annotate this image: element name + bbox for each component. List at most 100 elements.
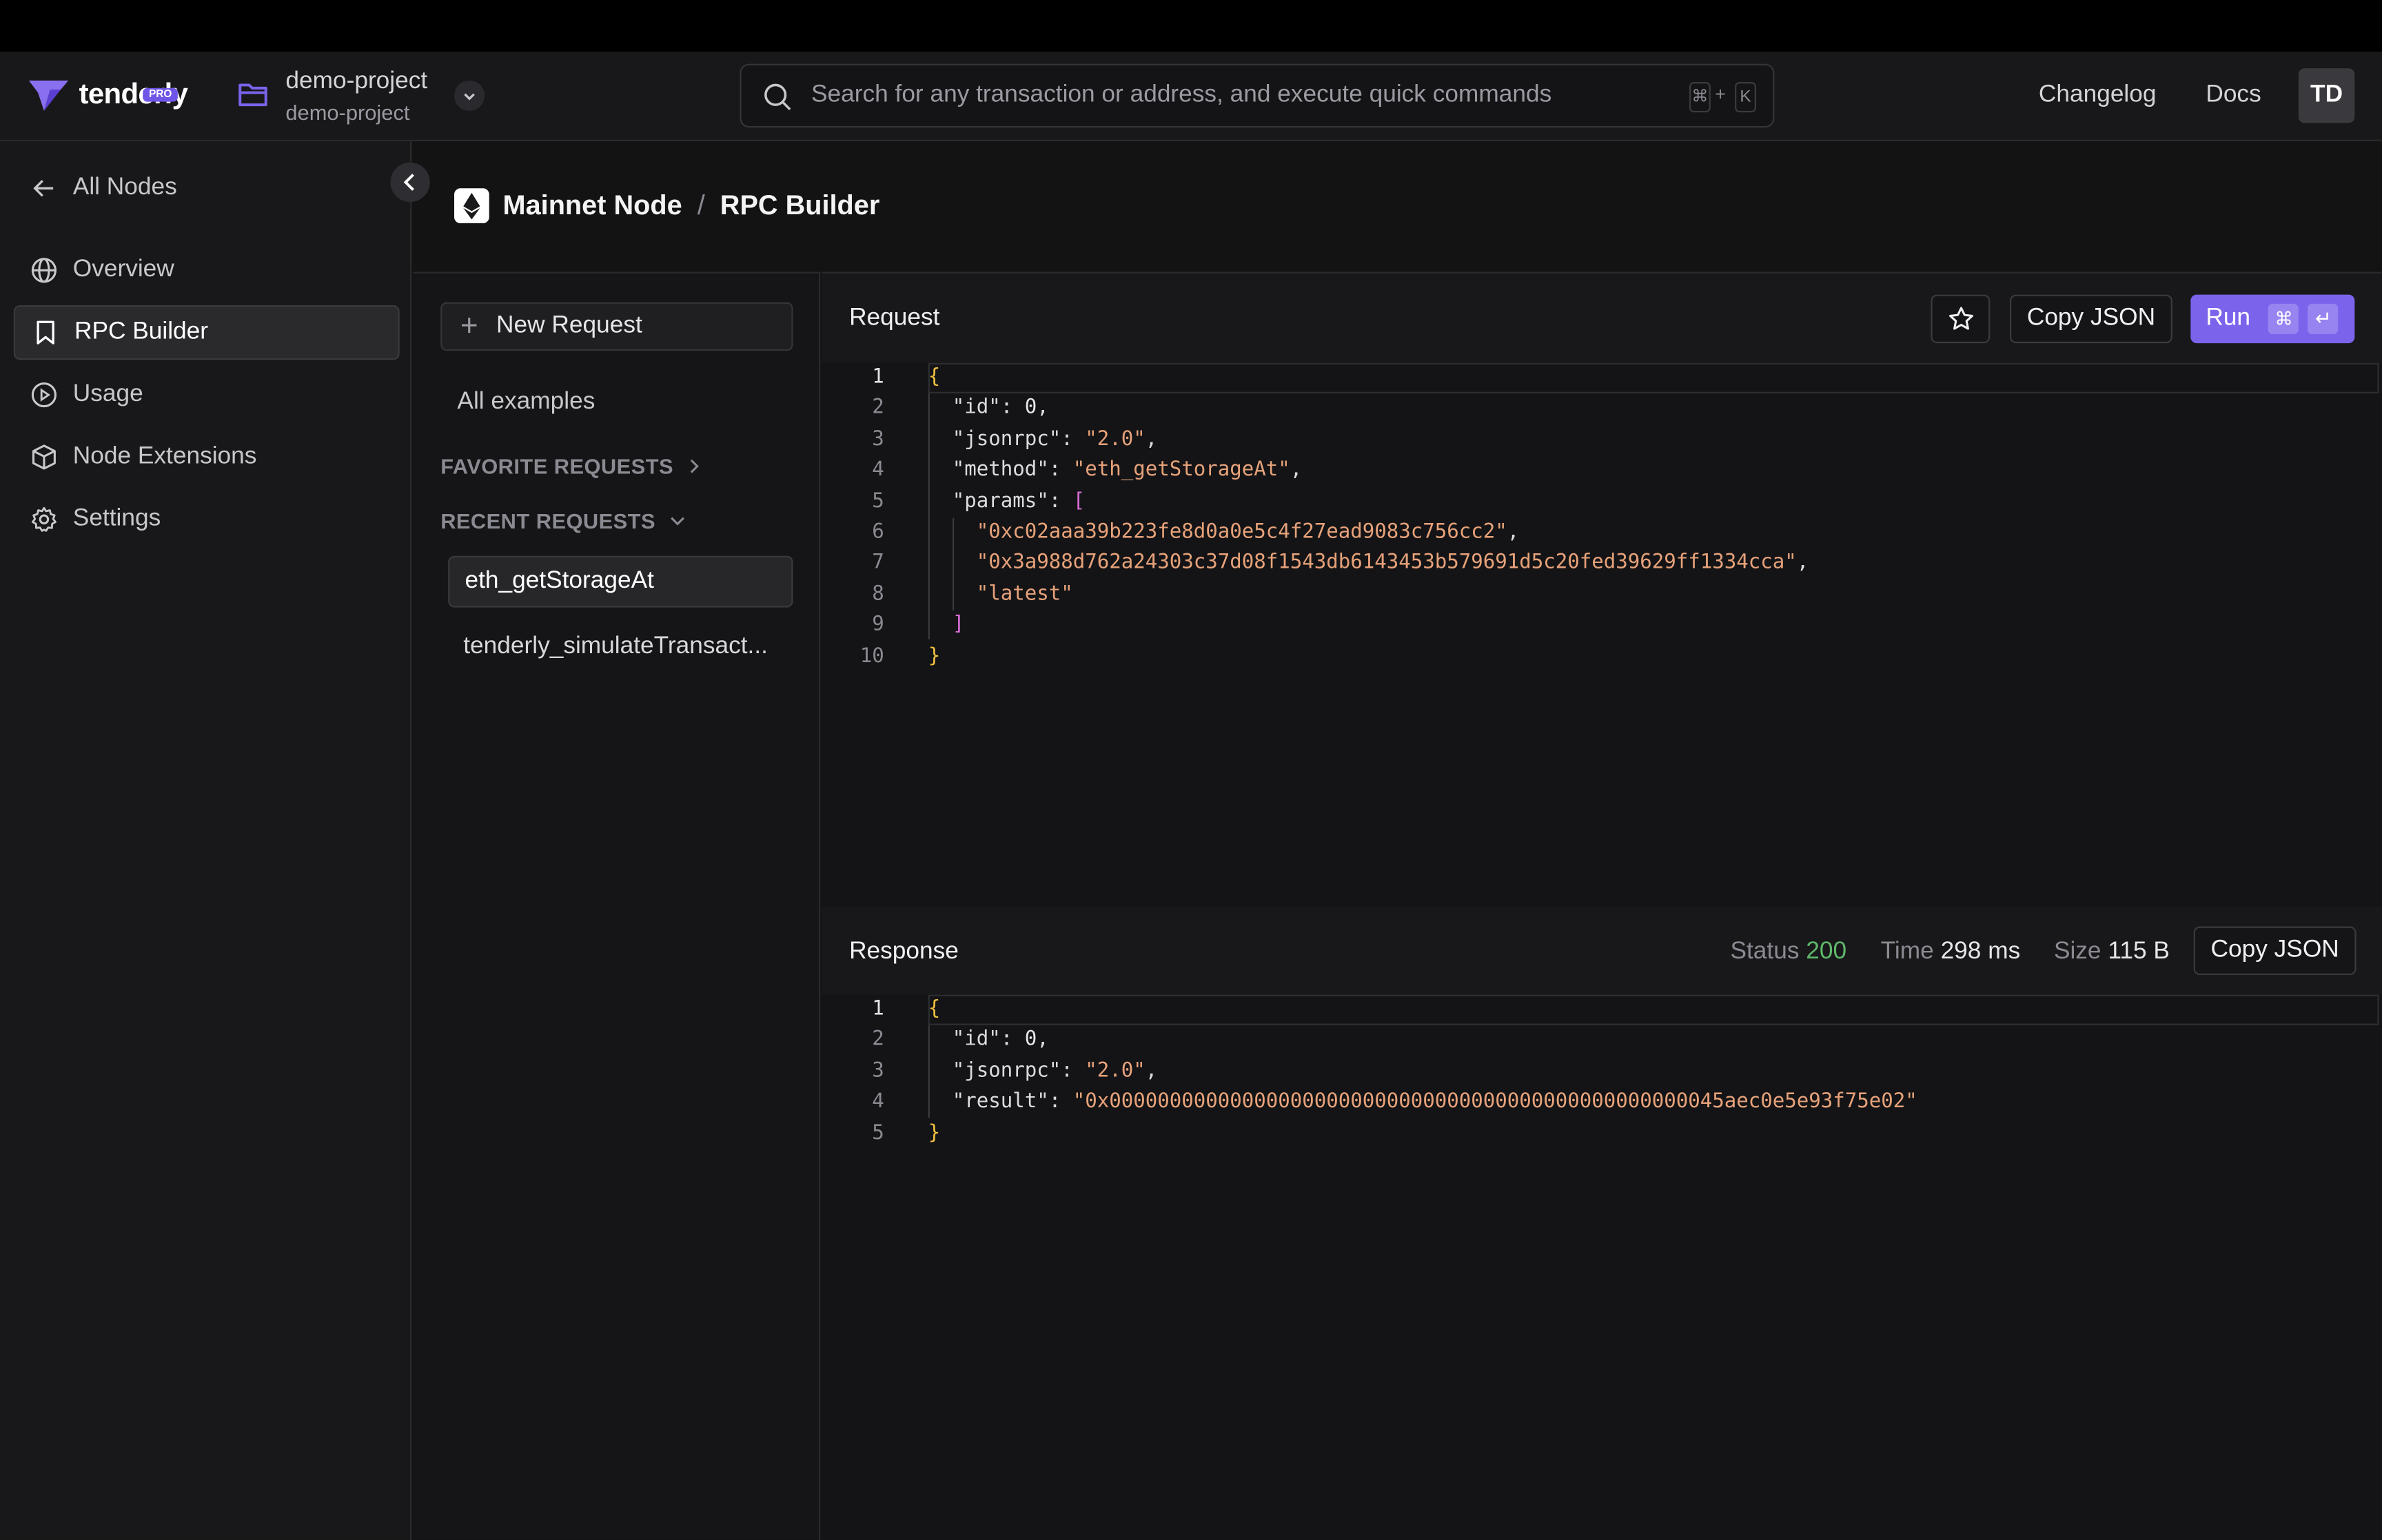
request-title: Request bbox=[849, 305, 940, 331]
sidebar-item-label: Settings bbox=[72, 505, 161, 532]
search-icon bbox=[764, 83, 791, 110]
run-shortcut-enter-icon: ↵ bbox=[2308, 303, 2339, 334]
line-number: 4 bbox=[872, 1090, 884, 1114]
requests-panel: + New Request All examples FAVORITE REQU… bbox=[413, 271, 821, 1540]
size-value: 115 B bbox=[2108, 938, 2170, 965]
json-key: "result" bbox=[952, 1090, 1049, 1114]
sidebar-item-usage[interactable]: Usage bbox=[14, 367, 400, 422]
line-number: 10 bbox=[859, 644, 884, 668]
chevron-down-icon bbox=[670, 517, 684, 526]
status-value: 200 bbox=[1806, 938, 1847, 965]
line-number: 4 bbox=[872, 459, 884, 482]
recent-request-item[interactable]: tenderly_simulateTransact... bbox=[448, 621, 793, 673]
recent-request-item[interactable]: eth_getStorageAt bbox=[448, 555, 793, 608]
line-number: 8 bbox=[872, 582, 884, 606]
json-key: "jsonrpc" bbox=[952, 1060, 1061, 1083]
sidebar-item-overview[interactable]: Overview bbox=[14, 243, 400, 298]
changelog-link[interactable]: Changelog bbox=[2039, 82, 2157, 110]
project-name: demo-project bbox=[285, 68, 428, 94]
folder-icon bbox=[238, 83, 267, 107]
sidebar-item-all-nodes[interactable]: All Nodes bbox=[14, 161, 400, 216]
run-label: Run bbox=[2206, 305, 2251, 331]
breadcrumb-node[interactable]: Mainnet Node bbox=[503, 190, 682, 222]
sidebar-item-label: RPC Builder bbox=[74, 318, 209, 345]
json-string: "0x0000000000000000000000000000000000000… bbox=[1072, 1090, 1917, 1114]
json-key: "jsonrpc" bbox=[952, 428, 1061, 451]
global-search[interactable]: Search for any transaction or address, a… bbox=[740, 63, 1775, 128]
gear-icon bbox=[31, 506, 57, 532]
search-shortcut-mod: ⌘ bbox=[1689, 82, 1711, 113]
run-shortcut-mod: ⌘ bbox=[2268, 303, 2299, 334]
window-top-strip bbox=[0, 0, 2382, 52]
copy-request-json-button[interactable]: Copy JSON bbox=[2010, 294, 2172, 344]
copy-response-json-button[interactable]: Copy JSON bbox=[2193, 926, 2356, 976]
json-string: "latest" bbox=[976, 582, 1073, 606]
new-request-button[interactable]: + New Request bbox=[440, 302, 793, 351]
sidebar-item-label: Overview bbox=[72, 256, 174, 283]
new-request-label: New Request bbox=[496, 313, 642, 339]
ethereum-icon bbox=[454, 188, 489, 224]
line-number: 9 bbox=[872, 613, 884, 637]
json-string: "0x3a988d762a24303c37d08f1543db6143453b5… bbox=[976, 551, 1797, 575]
project-subtitle: demo-project bbox=[285, 100, 410, 125]
chevron-right-icon bbox=[691, 459, 700, 473]
breadcrumb-separator: / bbox=[697, 189, 705, 220]
chevron-left-icon bbox=[403, 174, 414, 191]
json-number: 0 bbox=[1024, 1029, 1037, 1052]
response-code-viewer[interactable]: 1{ 2 "id": 0, 3 "jsonrpc": "2.0", 4 "res… bbox=[822, 994, 2382, 1540]
line-number: 1 bbox=[872, 998, 884, 1021]
line-number: 3 bbox=[872, 1060, 884, 1083]
line-number: 3 bbox=[872, 428, 884, 451]
response-status: Status 200 bbox=[1730, 938, 1846, 966]
run-button[interactable]: Run ⌘ ↵ bbox=[2190, 294, 2355, 344]
docs-link[interactable]: Docs bbox=[2206, 82, 2261, 110]
time-value: 298 ms bbox=[1940, 938, 2021, 965]
line-number: 2 bbox=[872, 1029, 884, 1052]
search-shortcut-plus: + bbox=[1715, 83, 1726, 105]
json-number: 0 bbox=[1024, 397, 1037, 420]
plus-icon: + bbox=[460, 309, 478, 343]
json-string: "2.0" bbox=[1085, 1060, 1146, 1083]
bookmark-icon bbox=[37, 320, 54, 345]
recent-requests-toggle[interactable]: RECENT REQUESTS bbox=[440, 509, 686, 533]
json-key: "id" bbox=[952, 1029, 1001, 1052]
status-label: Status bbox=[1730, 938, 1800, 965]
response-time: Time 298 ms bbox=[1881, 938, 2021, 966]
line-number: 5 bbox=[872, 1121, 884, 1144]
json-key: "id" bbox=[952, 397, 1001, 420]
breadcrumb-page: RPC Builder bbox=[720, 189, 880, 220]
line-number: 5 bbox=[872, 490, 884, 513]
all-examples-link[interactable]: All examples bbox=[457, 389, 595, 416]
user-avatar[interactable]: TD bbox=[2298, 68, 2355, 123]
search-input[interactable]: Search for any transaction or address, a… bbox=[811, 82, 1551, 110]
arrow-left-icon bbox=[33, 180, 54, 197]
sidebar-item-label: Node Extensions bbox=[72, 443, 257, 470]
cube-icon bbox=[32, 444, 56, 470]
time-label: Time bbox=[1880, 938, 1934, 965]
top-header: tenderly PRO demo-project demo-project S… bbox=[0, 51, 2382, 141]
favorite-requests-title: FAVORITE REQUESTS bbox=[440, 454, 674, 479]
json-string: "eth_getStorageAt" bbox=[1072, 459, 1290, 482]
project-dropdown-chevron-icon[interactable] bbox=[454, 80, 485, 111]
response-size: Size 115 B bbox=[2054, 938, 2170, 966]
json-string: "0xc02aaa39b223fe8d0a0e5c4f27ead9083c756… bbox=[976, 521, 1507, 544]
sidebar-item-node-extensions[interactable]: Node Extensions bbox=[14, 430, 400, 484]
json-key: "params" bbox=[952, 490, 1049, 513]
play-circle-icon bbox=[31, 382, 57, 408]
favorite-button[interactable] bbox=[1931, 294, 1991, 344]
project-switcher[interactable]: demo-project demo-project bbox=[237, 67, 427, 127]
line-number: 6 bbox=[872, 521, 884, 544]
sidebar-item-label: All Nodes bbox=[72, 174, 177, 201]
pro-badge: PRO bbox=[143, 88, 179, 102]
collapse-sidebar-button[interactable] bbox=[390, 162, 430, 203]
json-string: "2.0" bbox=[1085, 428, 1146, 451]
favorite-requests-toggle[interactable]: FAVORITE REQUESTS bbox=[440, 454, 704, 478]
sidebar-item-rpc-builder[interactable]: RPC Builder bbox=[13, 305, 400, 360]
request-code-editor[interactable]: 1{ 2 "id": 0, 3 "jsonrpc": "2.0", 4 "met… bbox=[822, 362, 2382, 909]
request-panel: Request Copy JSON Run ⌘ ↵ 1{ 2 "id": 0, … bbox=[822, 271, 2382, 909]
sidebar-item-settings[interactable]: Settings bbox=[14, 492, 400, 546]
sidebar-item-label: Usage bbox=[72, 381, 143, 407]
line-number: 7 bbox=[872, 551, 884, 575]
globe-icon bbox=[31, 258, 57, 283]
size-label: Size bbox=[2053, 938, 2101, 965]
